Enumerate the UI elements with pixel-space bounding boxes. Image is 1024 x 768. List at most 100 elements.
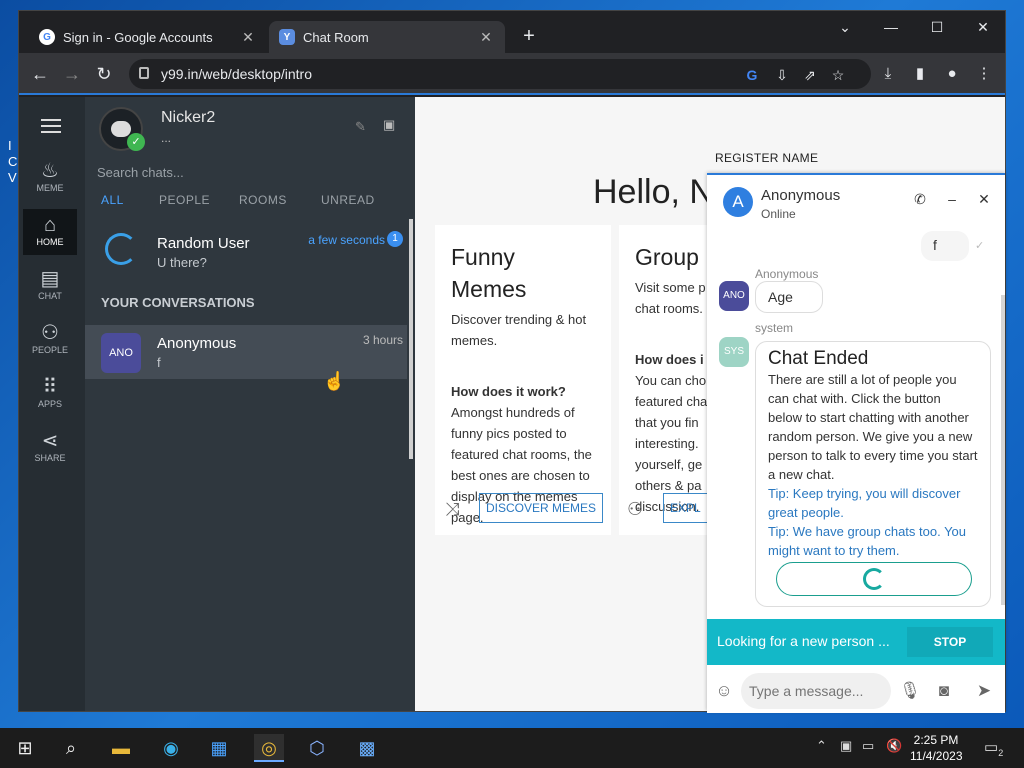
chat-popup: A Anonymous Online ✆ – ✕ f ✓ Anonymous A… <box>707 173 1005 713</box>
tab-all[interactable]: ALL <box>101 193 124 207</box>
tab-people[interactable]: PEOPLE <box>159 193 210 207</box>
new-chat-button[interactable] <box>776 562 972 596</box>
download-icon[interactable]: ⤓ <box>875 61 901 87</box>
chrome-icon[interactable]: ◎ <box>254 734 284 762</box>
tab-strip: G Sign in - Google Accounts ✕ Y Chat Roo… <box>19 11 1005 53</box>
check-icon: ✓ <box>127 133 145 151</box>
rail-item-home[interactable]: ⌂ HOME <box>23 209 77 255</box>
browser-window: G Sign in - Google Accounts ✕ Y Chat Roo… <box>18 10 1006 713</box>
url-input[interactable]: y99.in/web/desktop/intro G ⇩ ⇗ ☆ <box>129 59 871 89</box>
store-icon[interactable]: ▦ <box>204 734 234 762</box>
chat-partner-name: Anonymous <box>761 187 841 204</box>
close-window-button[interactable]: ✕ <box>963 15 1003 41</box>
menu-icon[interactable]: ⋮ <box>971 61 997 87</box>
minimize-button[interactable]: — <box>871 15 911 41</box>
card-group-rooms: Group Rooms Visit some p chat rooms. How… <box>619 225 709 535</box>
profile-icon[interactable]: ● <box>939 61 965 87</box>
reload-icon[interactable]: ↻ <box>91 61 117 87</box>
tab-google-signin[interactable]: G Sign in - Google Accounts ✕ <box>29 21 267 53</box>
camera-icon[interactable]: ◙ <box>933 681 955 701</box>
rail-item-chat[interactable]: ▤ CHAT <box>23 267 77 313</box>
tab-rooms[interactable]: ROOMS <box>239 193 287 207</box>
display-icon[interactable]: ▭ <box>862 738 874 754</box>
page-title: Hello, N <box>593 173 714 211</box>
sender-name: Anonymous <box>755 267 819 281</box>
system-message: Chat Ended There are still a lot of peop… <box>755 341 991 607</box>
message-bubble-theirs: Age <box>755 281 823 313</box>
message-input[interactable] <box>741 673 891 709</box>
windows-start-icon[interactable]: ⊞ <box>10 734 40 762</box>
edit-icon[interactable]: ✎ <box>355 119 366 135</box>
close-icon[interactable]: ✕ <box>239 29 257 46</box>
card-title: Funny Memes <box>451 244 527 302</box>
tab-label: Sign in - Google Accounts <box>63 29 213 45</box>
chat-app: ♨ MEME ⌂ HOME ▤ CHAT ⚇ PEOPLE ⠿ APPS ⋖ SHARE ✓… <box>19 97 1005 713</box>
tab-label: Chat Room <box>303 29 369 45</box>
forward-icon[interactable]: → <box>59 61 85 87</box>
back-icon[interactable]: ← <box>27 61 53 87</box>
flame-icon: ♨ <box>41 160 59 182</box>
rail-item-share[interactable]: ⋖ SHARE <box>23 429 77 475</box>
rail-label: APPS <box>37 399 62 409</box>
edge-icon[interactable]: ◉ <box>156 734 186 762</box>
close-icon[interactable]: ✕ <box>975 191 993 208</box>
looking-banner: Looking for a new person ... STOP <box>707 619 1005 665</box>
side-panel-icon[interactable]: ▮ <box>907 61 933 87</box>
nav-rail: ♨ MEME ⌂ HOME ▤ CHAT ⚇ PEOPLE ⠿ APPS ⋖ SHARE <box>19 97 85 711</box>
people-icon: ⚇ <box>627 499 644 519</box>
phone-icon[interactable]: ✆ <box>911 191 929 208</box>
explore-rooms-button[interactable]: EXPL <box>663 493 707 523</box>
virtualbox-icon[interactable]: ⬡ <box>302 734 332 762</box>
rail-item-meme[interactable]: ♨ MEME <box>23 159 77 205</box>
card-subheading: How does i <box>635 352 704 367</box>
last-message: U there? <box>157 255 207 270</box>
stop-button[interactable]: STOP <box>907 627 993 657</box>
avatar[interactable]: ✓ <box>99 107 145 151</box>
avatar: A <box>723 187 753 217</box>
emoji-icon[interactable]: ☺ <box>713 681 735 701</box>
contact-name: Random User <box>157 235 250 252</box>
system-clock[interactable]: 2:25 PM 11/4/2023 <box>910 732 963 764</box>
hamburger-icon[interactable] <box>41 119 61 133</box>
rail-label: SHARE <box>34 453 66 463</box>
google-icon[interactable]: G <box>741 64 763 86</box>
volume-muted-icon[interactable]: 🔇 <box>886 738 902 754</box>
register-name-link[interactable]: REGISTER NAME <box>715 151 818 165</box>
people-icon: ⚇ <box>41 322 59 344</box>
new-tab-button[interactable]: + <box>517 25 541 48</box>
scrollbar[interactable] <box>1001 295 1005 605</box>
minimize-icon[interactable]: – <box>943 191 961 207</box>
rail-item-people[interactable]: ⚇ PEOPLE <box>23 321 77 367</box>
desktop-icon-label: I C V <box>8 138 18 185</box>
card-desc: Visit some p chat rooms. <box>635 280 706 316</box>
search-icon[interactable]: ⌕ <box>56 734 86 762</box>
contact-name: Anonymous <box>157 335 237 352</box>
tab-unread[interactable]: UNREAD <box>321 193 375 207</box>
chevron-up-icon[interactable]: ⌃ <box>816 738 827 754</box>
bookmark-star-icon[interactable]: ☆ <box>827 64 849 86</box>
rail-item-apps[interactable]: ⠿ APPS <box>23 375 77 421</box>
install-icon[interactable]: ⇩ <box>771 64 793 86</box>
app-icon[interactable]: ▩ <box>352 734 382 762</box>
search-input[interactable]: Search chats... <box>97 165 184 180</box>
tab-chat-room[interactable]: Y Chat Room ✕ <box>269 21 505 53</box>
card-funny-memes: Funny Memes Discover trending & hot meme… <box>435 225 611 535</box>
notification-icon[interactable]: ▭2 <box>984 738 1003 758</box>
maximize-button[interactable]: ☐ <box>917 15 957 41</box>
compose-icon[interactable]: ▣ <box>383 117 395 133</box>
network-icon[interactable]: ▣ <box>840 738 852 754</box>
share-icon[interactable]: ⇗ <box>799 64 821 86</box>
clock-time: 2:25 PM <box>913 733 959 747</box>
loading-spinner-icon <box>105 233 137 265</box>
microphone-icon[interactable]: 🎙 <box>899 681 921 701</box>
file-explorer-icon[interactable]: ▬ <box>106 734 136 762</box>
list-item-anonymous[interactable]: ANO Anonymous f 3 hours <box>85 325 407 379</box>
scrollbar[interactable] <box>409 219 413 459</box>
discover-memes-button[interactable]: DISCOVER MEMES <box>479 493 604 523</box>
tab-search-icon[interactable]: ⌄ <box>825 15 865 41</box>
list-item-random-user[interactable]: Random User U there? a few seconds 1 <box>85 225 407 279</box>
close-icon[interactable]: ✕ <box>477 29 495 46</box>
rail-label: PEOPLE <box>31 345 69 355</box>
read-check-icon: ✓ <box>975 240 985 252</box>
send-icon[interactable]: ➤ <box>973 681 995 701</box>
